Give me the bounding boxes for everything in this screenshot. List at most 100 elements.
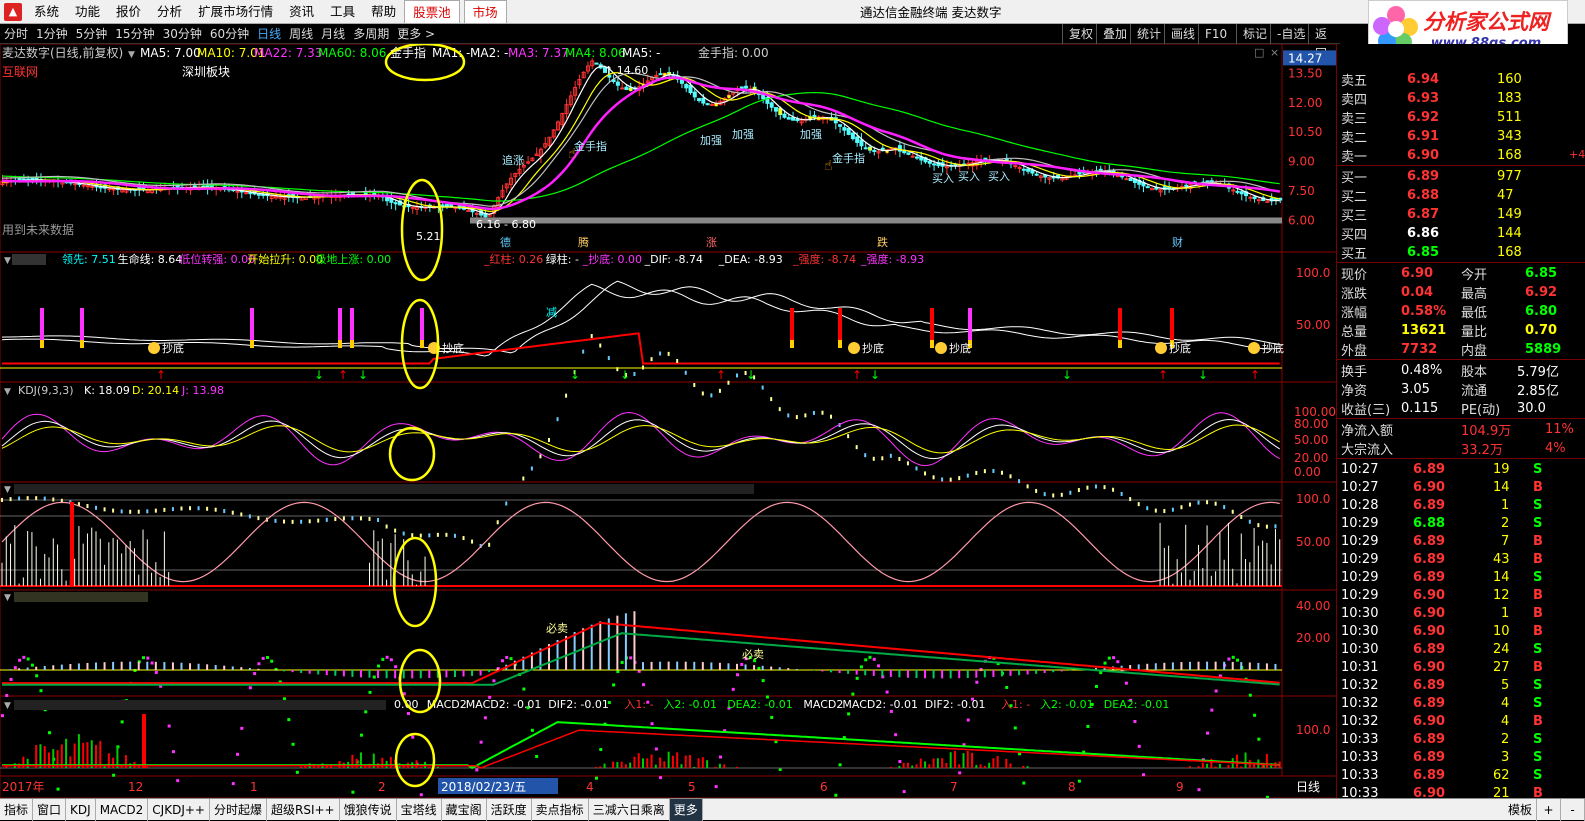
- indicator-tab-7[interactable]: 饿狼传说: [340, 798, 397, 821]
- low-price-label: 5.21: [416, 230, 441, 243]
- candle-body: [914, 156, 919, 159]
- toolbar-button-6[interactable]: -自选: [1270, 24, 1311, 44]
- indicator-tab-13[interactable]: 更多: [669, 798, 703, 821]
- dropdown-icon[interactable]: ▼: [4, 701, 11, 711]
- toolbar-button-2[interactable]: 统计: [1130, 24, 1167, 44]
- period-tab-8[interactable]: 月线: [317, 25, 349, 42]
- market-button[interactable]: 市场: [463, 0, 507, 24]
- order-price: 6.88: [1407, 187, 1440, 203]
- toolbar-button-4[interactable]: F10: [1198, 24, 1233, 44]
- dropdown-icon[interactable]: ▼: [4, 593, 11, 603]
- menu-item-0[interactable]: 系统: [26, 0, 67, 24]
- indicator-tab-2[interactable]: KDJ: [66, 798, 96, 821]
- dot-mark: [650, 722, 654, 726]
- indicator-tab-9[interactable]: 藏宝阁: [442, 798, 487, 821]
- menu-item-6[interactable]: 工具: [322, 0, 363, 24]
- stat-value: 13621: [1401, 322, 1447, 338]
- candle-body: [769, 102, 774, 108]
- indicator-tab-6[interactable]: 超级RSI++: [267, 798, 340, 821]
- order-book-label: 买三: [1341, 208, 1368, 224]
- stat-row: 外盘 7732 内盘 5889: [1337, 340, 1585, 359]
- stat-value: 6.90: [1401, 265, 1434, 281]
- order-book-label: 卖三: [1341, 111, 1368, 127]
- dot-mark: [590, 334, 593, 339]
- price-axis-label: 6.00: [1288, 213, 1315, 227]
- menu-item-2[interactable]: 报价: [108, 0, 149, 24]
- smiley-icon: [935, 342, 947, 354]
- dot-mark: [368, 690, 372, 694]
- ind4-axis-label: 40.00: [1296, 599, 1330, 613]
- signal-label: 金手指: [832, 151, 865, 165]
- chart-area[interactable]: 14.2713.50 12.00 10.50 9.00 7.50 6.00 麦达数字(日线,…: [0, 44, 1340, 798]
- high-price-label: ↑ 14.60: [604, 64, 648, 77]
- candle-body: [1239, 191, 1244, 195]
- period-tab-4[interactable]: 30分钟: [159, 25, 206, 42]
- dropdown-icon[interactable]: ▼: [4, 256, 11, 266]
- period-tab-6[interactable]: 日线: [253, 25, 285, 42]
- dropdown-icon[interactable]: ▼: [128, 50, 135, 60]
- maximize-panel-icon[interactable]: □: [1254, 46, 1264, 59]
- toolbar-button-3[interactable]: 画线: [1164, 24, 1201, 44]
- indicator-tab-5[interactable]: 分时起爆: [210, 798, 267, 821]
- indicator-tab-0[interactable]: 指标: [0, 798, 34, 821]
- period-tab-10[interactable]: 更多 >: [393, 25, 439, 42]
- dot-mark: [757, 666, 761, 670]
- candle-body: [786, 117, 791, 120]
- menu-item-5[interactable]: 资讯: [281, 0, 322, 24]
- tick-time: 10:27: [1341, 479, 1379, 495]
- close-panel-icon[interactable]: ×: [1270, 46, 1279, 59]
- indicator-tab-12[interactable]: 三减六日乘离: [589, 798, 670, 821]
- bottom-right-button-1[interactable]: +: [1537, 798, 1561, 821]
- menu-item-7[interactable]: 帮助: [363, 0, 404, 24]
- stock-pool-button[interactable]: 股票池: [404, 0, 460, 24]
- period-tab-2[interactable]: 5分钟: [72, 25, 112, 42]
- period-tab-1[interactable]: 1分钟: [32, 25, 72, 42]
- ind1-value: 领先: 7.51: [62, 253, 116, 266]
- dot-mark: [535, 755, 539, 759]
- period-tab-3[interactable]: 15分钟: [111, 25, 158, 42]
- indicator-tab-4[interactable]: CJKDJ++: [148, 798, 210, 821]
- annotation-circle: [388, 426, 436, 482]
- dropdown-icon[interactable]: ▼: [4, 387, 11, 397]
- period-tab-9[interactable]: 多周期: [349, 25, 393, 42]
- indicator-tab-1[interactable]: 窗口: [33, 798, 67, 821]
- candle-body: [1026, 168, 1031, 172]
- kdj-axis-label: 20.00: [1294, 451, 1328, 465]
- dot-mark: [265, 656, 269, 660]
- dot-mark: [167, 724, 171, 728]
- period-tab-5[interactable]: 60分钟: [206, 25, 253, 42]
- bottom-right-button-2[interactable]: -: [1561, 798, 1585, 821]
- buy-level-4: 买四 6.86 144: [1337, 224, 1585, 243]
- candle-body: [705, 103, 710, 106]
- dot-mark: [445, 532, 448, 537]
- tick-side: S: [1533, 497, 1543, 513]
- strength-line: [2, 332, 1280, 365]
- toolbar-button-1[interactable]: 叠加: [1096, 24, 1133, 44]
- dot-mark: [642, 683, 645, 687]
- must-sell-label: 必卖: [546, 622, 568, 635]
- period-tab-0[interactable]: 分时: [0, 25, 32, 42]
- menu-item-4[interactable]: 扩展市场行情: [190, 0, 281, 24]
- toolbar-button-5[interactable]: 标记: [1236, 24, 1273, 44]
- indicator-tab-8[interactable]: 宝塔线: [397, 798, 442, 821]
- tick-side: S: [1533, 677, 1543, 693]
- period-tab-7[interactable]: 周线: [285, 25, 317, 42]
- smiley-icon: [148, 342, 160, 354]
- indicator-tab-11[interactable]: 卖点指标: [532, 798, 589, 821]
- dot-mark: [30, 663, 34, 667]
- ind1-value: 极地上涨: 0.00: [315, 252, 391, 266]
- menu-item-1[interactable]: 功能: [67, 0, 108, 24]
- tick-time: 10:32: [1341, 713, 1379, 729]
- candle-body: [701, 97, 706, 104]
- period-label: 日线: [1296, 780, 1320, 794]
- dropdown-icon[interactable]: ▼: [4, 485, 11, 495]
- menu-item-3[interactable]: 分析: [149, 0, 190, 24]
- indicator-tab-3[interactable]: MACD2: [96, 798, 149, 821]
- toolbar-button-7[interactable]: 返回: [1308, 24, 1340, 61]
- toolbar-button-0[interactable]: 复权: [1062, 24, 1099, 44]
- x-axis-label: 2017年: [2, 780, 45, 794]
- dot-mark: [48, 731, 52, 735]
- bottom-right-button-0[interactable]: 模板: [1504, 798, 1537, 821]
- indicator-tab-10[interactable]: 活跃度: [487, 798, 532, 821]
- tick-side: S: [1533, 695, 1543, 711]
